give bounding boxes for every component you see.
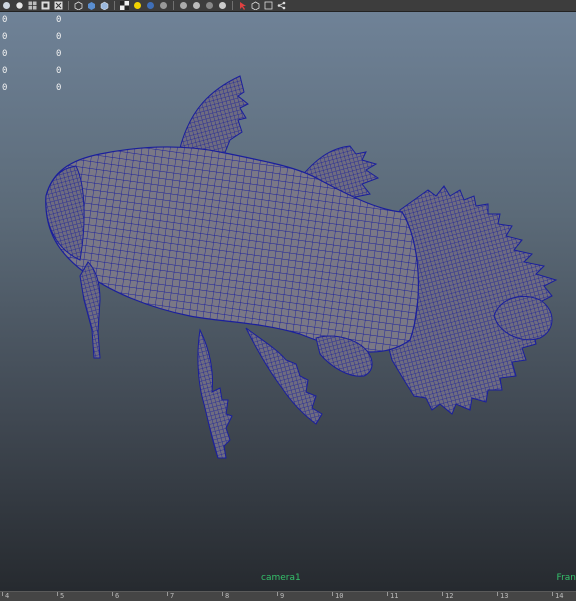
hud-readout: 0 0 0 0 0 0 0 0 0 0 [2,12,72,97]
toolbar-separator [114,1,115,10]
textured-cube-icon[interactable] [100,1,109,10]
shadow-sphere-icon[interactable] [159,1,168,10]
xray-icon[interactable] [205,1,214,10]
hud-value: 0 [56,49,62,59]
hud-value: 0 [56,66,62,76]
toolbar-separator [173,1,174,10]
frame-selected-icon[interactable] [264,1,273,10]
hud-value: 0 [2,66,8,76]
frame-all-icon[interactable] [251,1,260,10]
hud-value: 0 [2,83,8,93]
hud-row: 0 0 [2,80,72,97]
timeline-tick [552,592,553,596]
timeline-tick [167,592,168,596]
checker-icon[interactable] [120,1,129,10]
toolbar-separator [68,1,69,10]
isolate-icon[interactable] [218,1,227,10]
timeline-tick [387,592,388,596]
timeline-tick [222,592,223,596]
hud-value: 0 [56,32,62,42]
timeline-tick [57,592,58,596]
timeline-tick [497,592,498,596]
wireframe-cube-icon[interactable] [74,1,83,10]
head [45,165,85,261]
timeline-tick [112,592,113,596]
hud-row: 0 0 [2,63,72,80]
timeline-tick [442,592,443,596]
toolbar-separator [232,1,233,10]
hud-value: 0 [2,49,8,59]
hud-row: 0 0 [2,12,72,29]
select-tool-icon[interactable] [238,1,247,10]
viewport-toolbar [0,0,576,12]
film-gate-icon[interactable] [41,1,50,10]
resolution-gate-icon[interactable] [54,1,63,10]
3d-viewport[interactable]: 0 0 0 0 0 0 0 0 0 0 camera1 Fran [0,12,576,591]
hud-value: 0 [56,83,62,93]
select-camera-icon[interactable] [2,1,11,10]
pelvic-fin [197,328,233,459]
share-icon[interactable] [277,1,286,10]
hud-value: 0 [2,15,8,25]
hud-row: 0 0 [2,46,72,63]
frame-label: Fran [556,573,576,583]
ambient-occlusion-icon[interactable] [179,1,188,10]
hud-value: 0 [2,32,8,42]
hud-row: 0 0 [2,29,72,46]
timeline-tick [2,592,3,596]
coelacanth-mesh[interactable] [0,12,576,591]
light-icon[interactable] [133,1,142,10]
pectoral-fin [79,261,101,359]
grid-icon[interactable] [28,1,37,10]
lock-camera-icon[interactable] [15,1,24,10]
camera-label: camera1 [261,573,301,583]
timeline-tick [332,592,333,596]
anal-fin [245,327,323,425]
sphere-shade-icon[interactable] [146,1,155,10]
timeline-tick [277,592,278,596]
smooth-shade-cube-icon[interactable] [87,1,96,10]
hud-value: 0 [56,15,62,25]
motion-blur-icon[interactable] [192,1,201,10]
